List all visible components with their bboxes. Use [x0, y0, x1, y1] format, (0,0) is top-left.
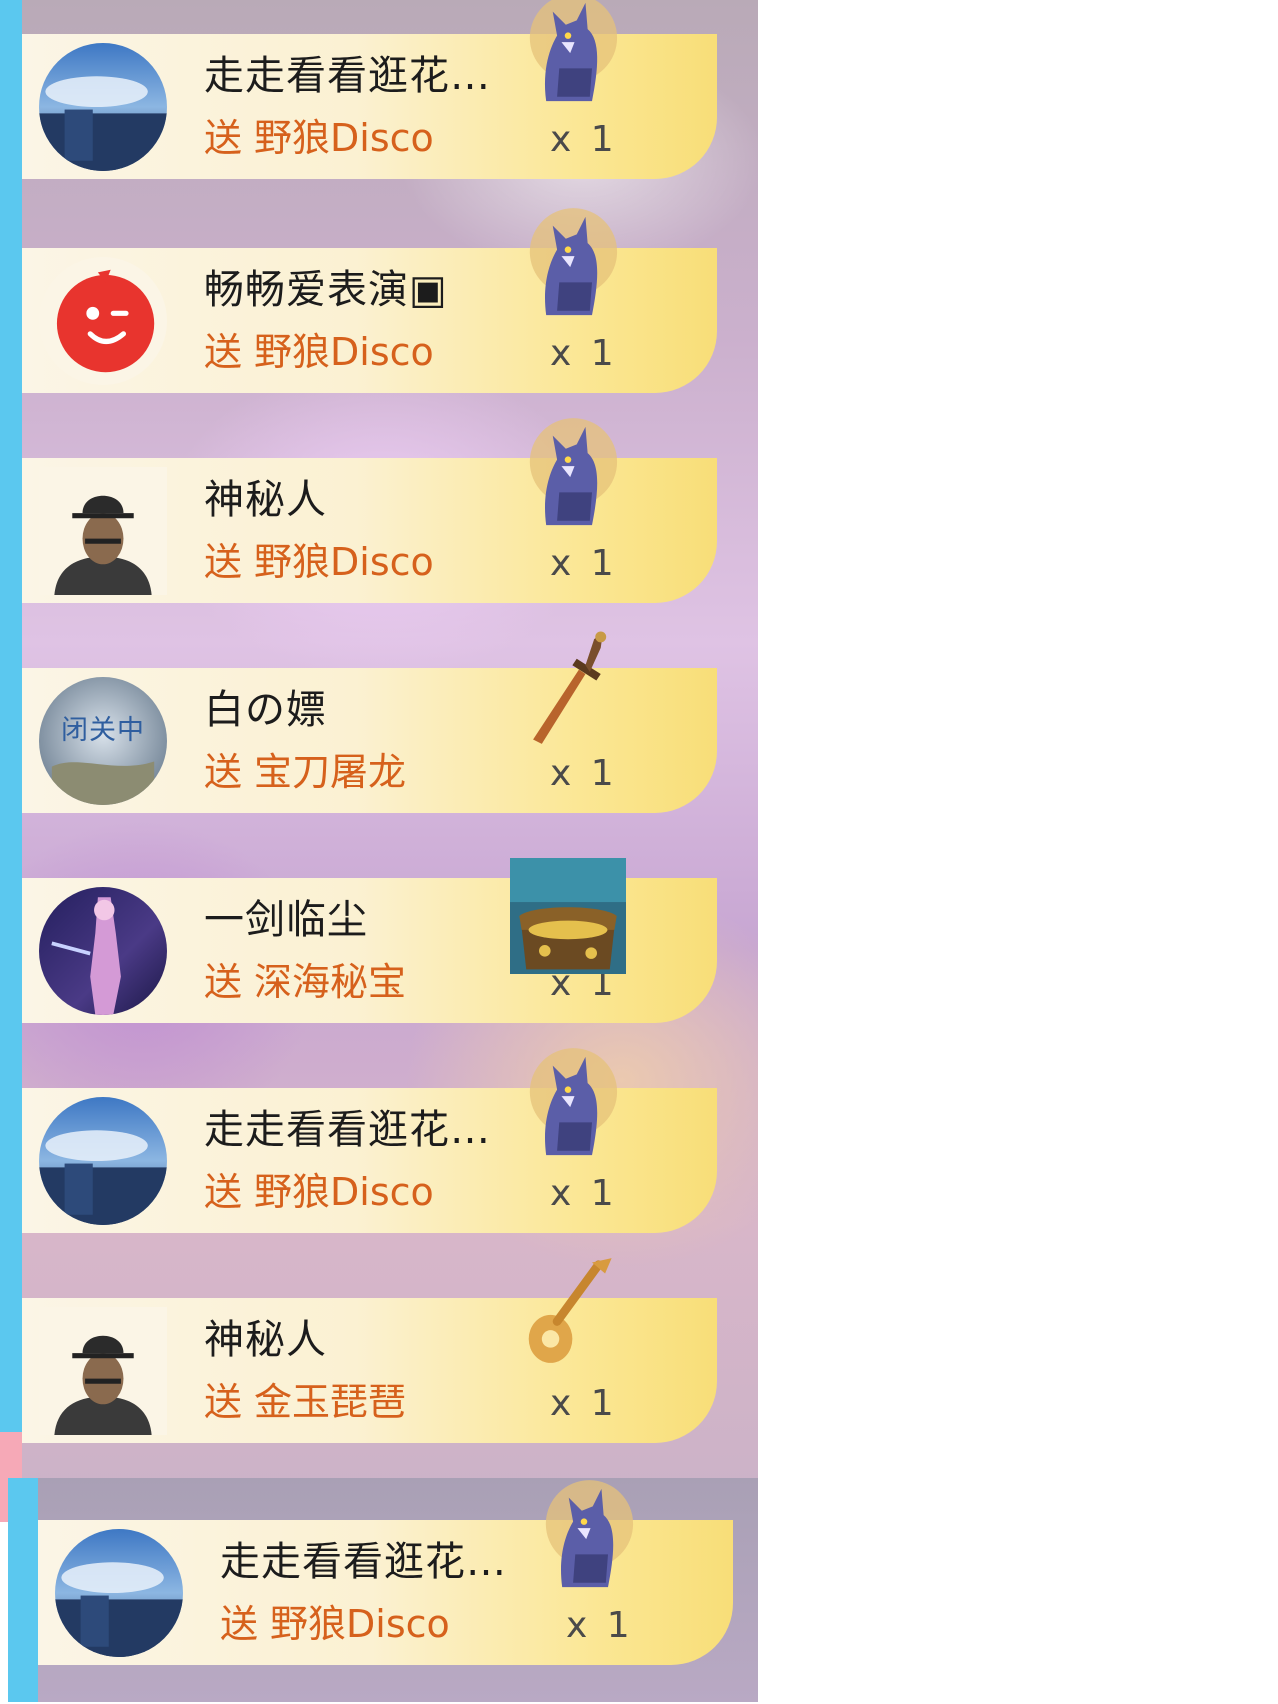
gift-count: x 1 [550, 119, 618, 160]
send-label: 送 [204, 540, 243, 584]
gift-row[interactable]: 走走看看逛花… 送野狼Disco x 1 [22, 0, 717, 179]
sky-landscape-avatar[interactable] [39, 1097, 167, 1225]
gift-count: x 1 [550, 333, 618, 374]
username[interactable]: 神秘人 [204, 1316, 327, 1364]
gift-count: x 1 [550, 753, 618, 794]
gift-name: 野狼Disco [270, 1602, 450, 1646]
gift-description: 送野狼Disco [204, 1170, 434, 1214]
treasure-chest-gift-icon [510, 858, 626, 974]
purple-wolf-gift-icon [512, 0, 624, 112]
username[interactable]: 神秘人 [204, 476, 327, 524]
username[interactable]: 一剑临尘 [204, 896, 368, 944]
gift-description: 送深海秘宝 [204, 960, 406, 1004]
send-label: 送 [204, 1380, 243, 1424]
closed-sign-avatar[interactable]: 闭关中 [39, 677, 167, 805]
gift-name: 深海秘宝 [254, 960, 407, 1004]
username[interactable]: 走走看看逛花… [204, 52, 491, 100]
send-label: 送 [220, 1602, 259, 1646]
sky-landscape-avatar[interactable] [55, 1529, 183, 1657]
gift-name: 金玉琵琶 [254, 1380, 407, 1424]
side-strip-lower [8, 1478, 38, 1702]
gift-name: 野狼Disco [254, 116, 434, 160]
send-label: 送 [204, 330, 243, 374]
side-strip [0, 0, 22, 1520]
sky-landscape-avatar[interactable] [39, 43, 167, 171]
gift-description: 送野狼Disco [204, 116, 434, 160]
red-wink-face-avatar[interactable] [39, 257, 167, 385]
dragon-sword-gift-icon [512, 626, 624, 746]
purple-wolf-gift-icon [512, 1046, 624, 1166]
send-label: 送 [204, 116, 243, 160]
purple-wolf-gift-icon [512, 416, 624, 536]
gift-name: 野狼Disco [254, 540, 434, 584]
gift-description: 送野狼Disco [204, 540, 434, 584]
gift-description: 送野狼Disco [204, 330, 434, 374]
gift-row[interactable]: 神秘人 送野狼Disco x 1 [22, 418, 717, 603]
gift-count: x 1 [550, 543, 618, 584]
gift-description: 送宝刀屠龙 [204, 750, 406, 794]
golden-pipa-gift-icon [512, 1256, 624, 1376]
send-label: 送 [204, 960, 243, 1004]
gift-row[interactable]: 走走看看逛花… 送野狼Disco x 1 [22, 1048, 717, 1233]
gift-name: 野狼Disco [254, 330, 434, 374]
username[interactable]: 畅畅爱表演▣ [204, 266, 448, 314]
gift-row[interactable]: 走走看看逛花… 送野狼Disco x 1 [38, 1480, 733, 1665]
mystery-man-hat-avatar[interactable] [39, 1307, 167, 1435]
send-label: 送 [204, 1170, 243, 1214]
send-label: 送 [204, 750, 243, 794]
gift-row[interactable]: 一剑临尘 送深海秘宝 x 1 [22, 858, 717, 1023]
username[interactable]: 白の嫖 [204, 686, 327, 734]
gift-description: 送野狼Disco [220, 1602, 450, 1646]
gift-count: x 1 [550, 1173, 618, 1214]
gift-count: x 1 [550, 1383, 618, 1424]
gift-name: 野狼Disco [254, 1170, 434, 1214]
purple-warrior-avatar[interactable] [39, 887, 167, 1015]
purple-wolf-gift-icon [528, 1478, 640, 1598]
gift-row[interactable]: 闭关中 白の嫖 送宝刀屠龙 x 1 [22, 631, 717, 813]
gift-count: x 1 [566, 1605, 634, 1646]
gift-name: 宝刀屠龙 [254, 750, 407, 794]
avatar-text: 闭关中 [61, 715, 145, 746]
username[interactable]: 走走看看逛花… [220, 1538, 507, 1586]
purple-wolf-gift-icon [512, 206, 624, 326]
gift-description: 送金玉琵琶 [204, 1380, 406, 1424]
gift-row[interactable]: 畅畅爱表演▣ 送野狼Disco x 1 [22, 208, 717, 393]
gift-row[interactable]: 神秘人 送金玉琵琶 x 1 [22, 1258, 717, 1443]
mystery-man-hat-avatar[interactable] [39, 467, 167, 595]
username[interactable]: 走走看看逛花… [204, 1106, 491, 1154]
